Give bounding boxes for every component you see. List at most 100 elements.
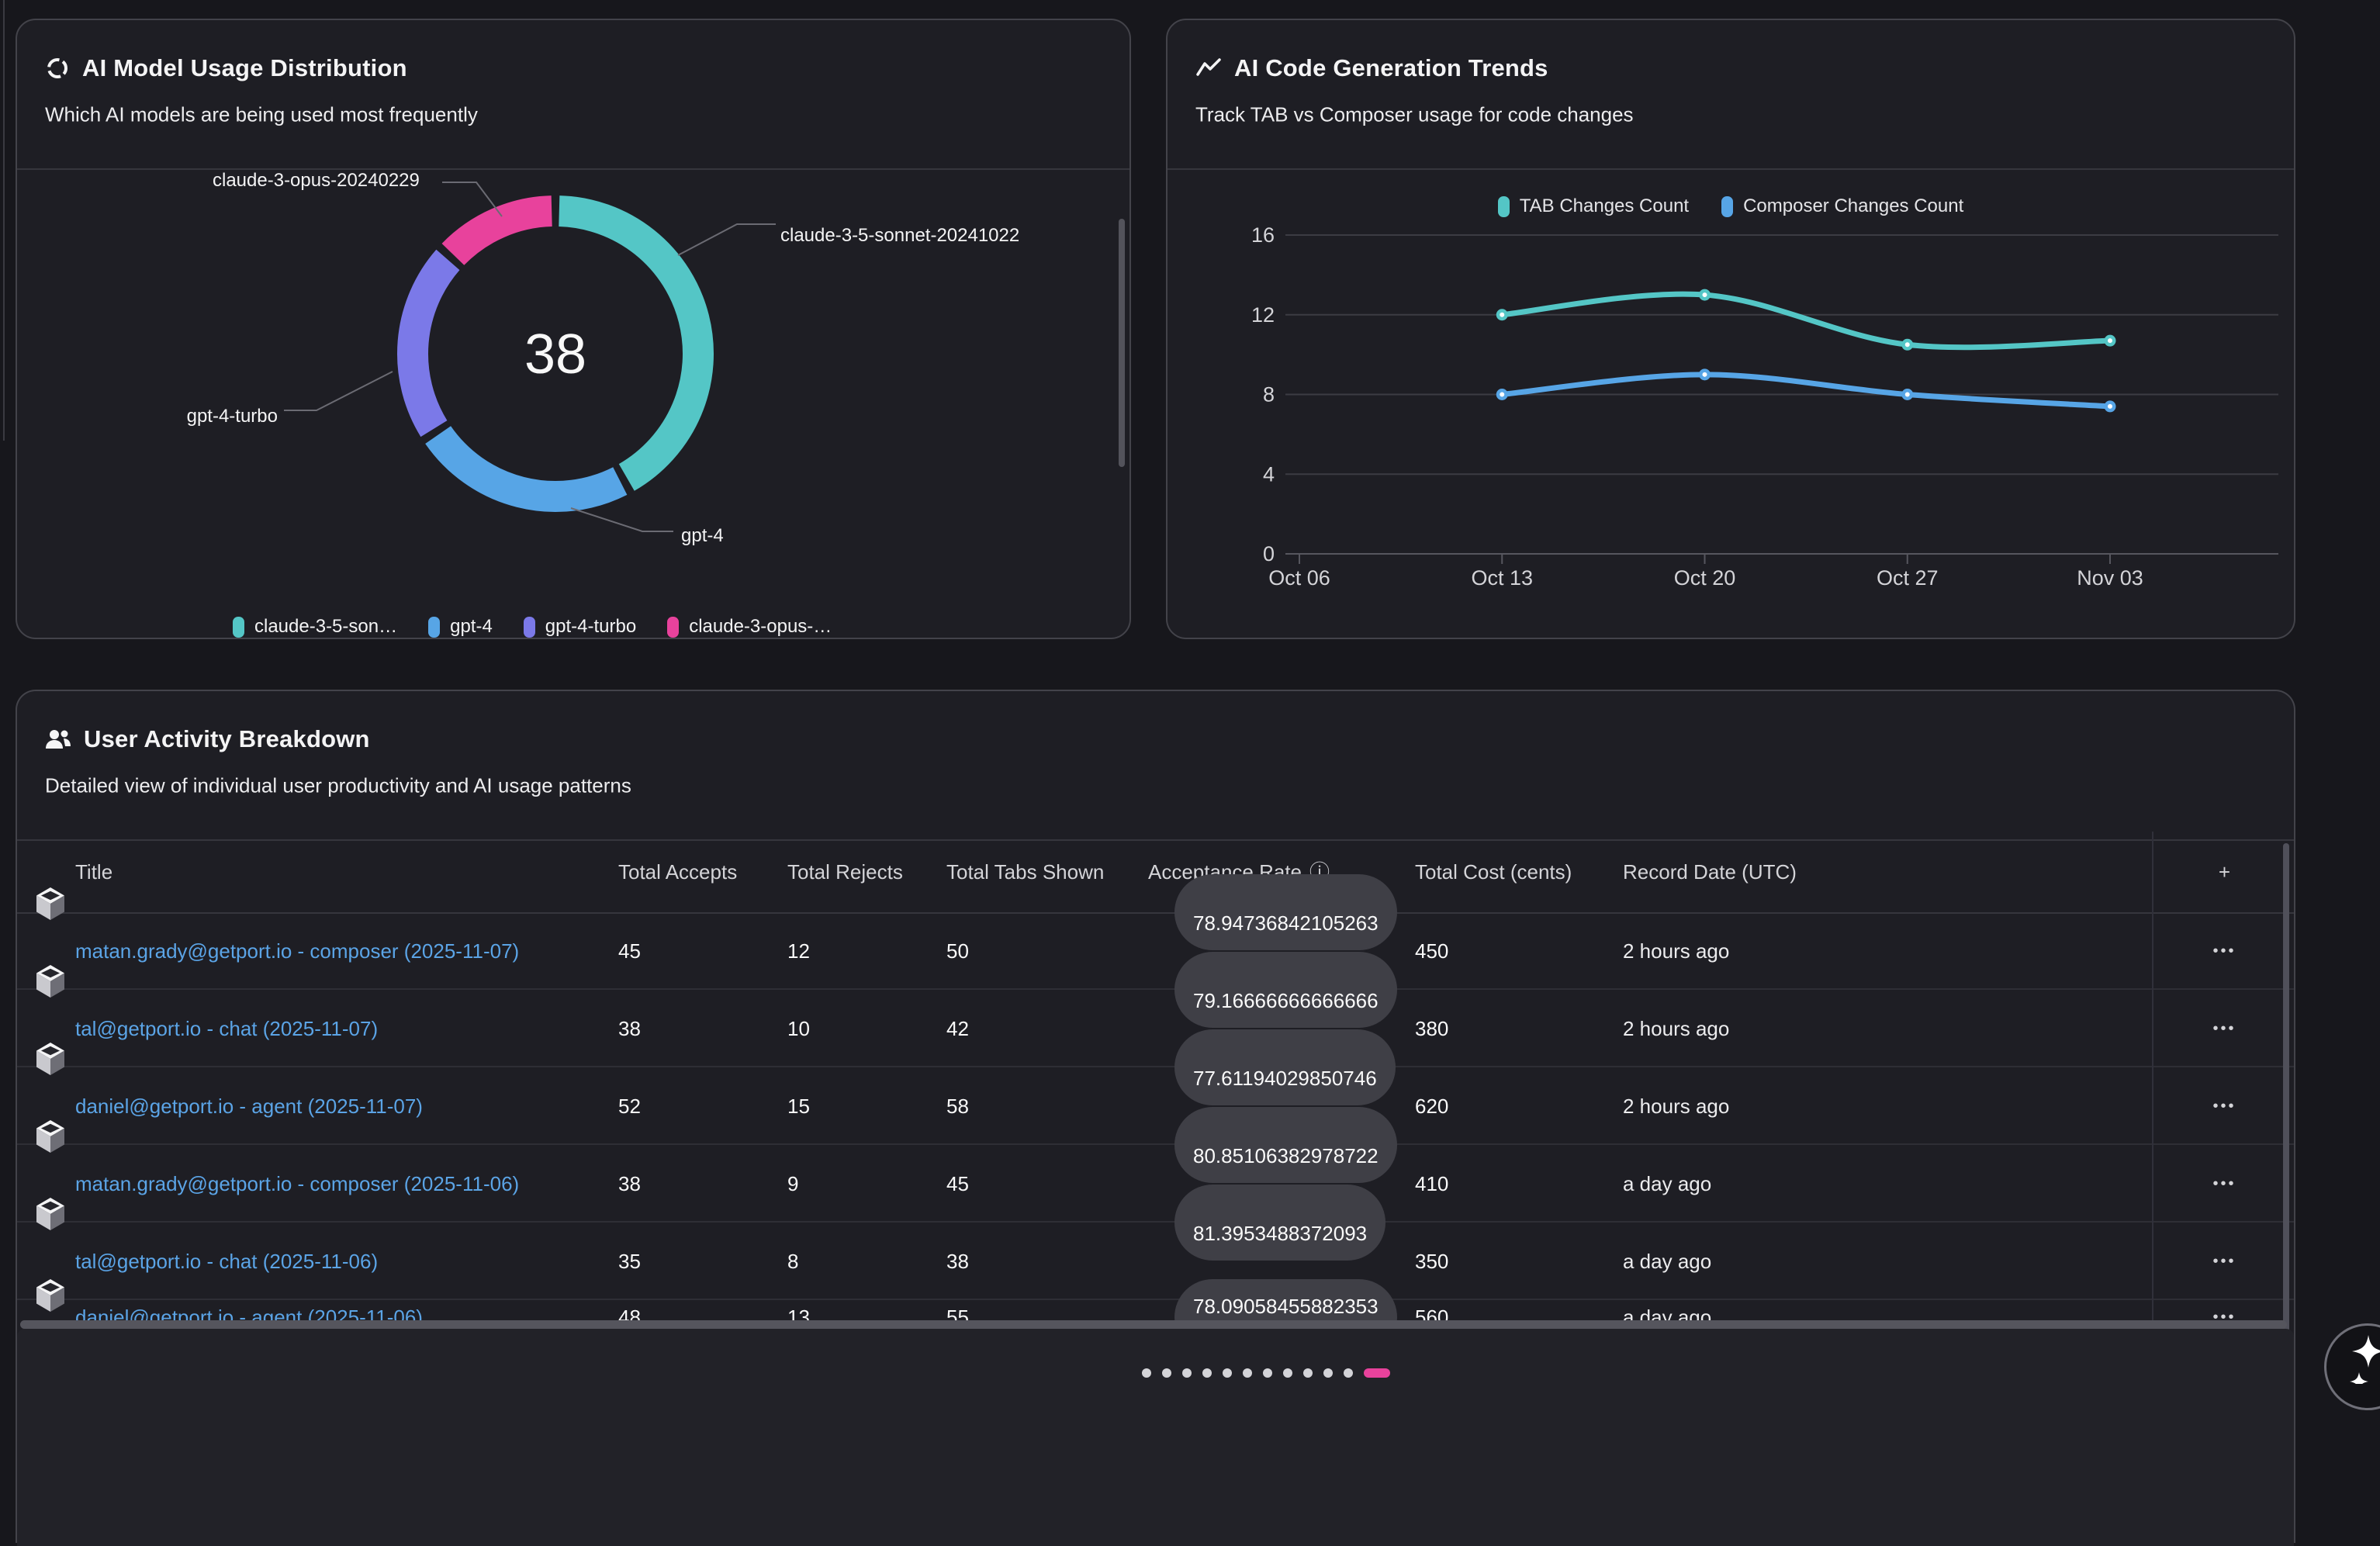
row-actions-button[interactable]: ••• bbox=[2152, 912, 2297, 988]
cell-total-accepts: 38 bbox=[618, 1145, 641, 1221]
table-row: tal@getport.io - chat (2025-11-07)381042… bbox=[17, 990, 2294, 1067]
data-point[interactable] bbox=[1699, 368, 1711, 380]
donut-label-claude-3-opus: claude-3-opus-20240229 bbox=[213, 170, 414, 192]
cell-total-accepts: 35 bbox=[618, 1223, 641, 1299]
data-point[interactable] bbox=[1901, 339, 1913, 351]
donut-segment-gpt-4[interactable] bbox=[438, 435, 621, 496]
data-point[interactable] bbox=[2105, 335, 2116, 347]
cell-record-date: 2 hours ago bbox=[1623, 1067, 1729, 1143]
model-usage-card: AI Model Usage Distribution Which AI mod… bbox=[16, 19, 1131, 639]
y-tick-4: 4 bbox=[1263, 462, 1275, 486]
cell-total-accepts: 52 bbox=[618, 1067, 641, 1143]
pagination-dot[interactable] bbox=[1344, 1368, 1353, 1378]
data-point[interactable] bbox=[1496, 389, 1508, 400]
table-row: matan.grady@getport.io - composer (2025-… bbox=[17, 1145, 2294, 1223]
cell-record-date: 2 hours ago bbox=[1623, 990, 1729, 1066]
sparkle-icon bbox=[2326, 1326, 2380, 1384]
cell-record-date: 2 hours ago bbox=[1623, 912, 1729, 988]
pagination-dot[interactable] bbox=[1142, 1368, 1151, 1378]
cell-total-tabs-shown: 45 bbox=[946, 1145, 969, 1221]
donut-legend-item-2: gpt-4-turbo bbox=[524, 616, 636, 638]
donut-legend: claude-3-5-son… gpt-4 gpt-4-turbo claude-3-… bbox=[233, 616, 832, 638]
data-point[interactable] bbox=[1901, 389, 1913, 400]
offscreen-card-edge bbox=[3, 0, 5, 441]
row-actions-button[interactable]: ••• bbox=[2152, 990, 2297, 1066]
line-composer-changes-count bbox=[1502, 375, 2110, 406]
donut-segment-gpt-4-turbo[interactable] bbox=[413, 260, 448, 429]
donut-legend-item-3-swatch bbox=[667, 617, 679, 638]
data-point[interactable] bbox=[1496, 309, 1508, 320]
cube-icon bbox=[36, 1279, 65, 1312]
x-tick-Oct-13: Oct 13 bbox=[1471, 566, 1533, 590]
cell-total-rejects: 15 bbox=[787, 1067, 810, 1143]
table-header-row: TitleTotal AcceptsTotal RejectsTotal Tab… bbox=[17, 832, 2294, 912]
donut-legend-item-1-label: gpt-4 bbox=[450, 616, 493, 638]
cube-icon bbox=[36, 887, 65, 920]
add-column-button[interactable]: + bbox=[2152, 832, 2297, 912]
donut-segment-claude-3-opus-20240229[interactable] bbox=[453, 211, 552, 254]
pagination-dot[interactable] bbox=[1223, 1368, 1232, 1378]
cell-total-tabs-shown: 42 bbox=[946, 990, 969, 1066]
pagination-dot[interactable] bbox=[1243, 1368, 1252, 1378]
row-title-link[interactable]: matan.grady@getport.io - composer (2025-… bbox=[75, 1145, 519, 1221]
cube-icon bbox=[36, 1043, 65, 1075]
cell-total-rejects: 12 bbox=[787, 912, 810, 988]
cell-total-cost: 410 bbox=[1415, 1145, 1448, 1221]
pagination-dot[interactable] bbox=[1283, 1368, 1292, 1378]
pagination-dot[interactable] bbox=[1263, 1368, 1272, 1378]
cell-total-tabs-shown: 50 bbox=[946, 912, 969, 988]
x-tick-Nov-03: Nov 03 bbox=[2077, 566, 2143, 590]
acceptance-rate-badge: 81.3953488372093 bbox=[1174, 1185, 1385, 1261]
code-trends-title-text: AI Code Generation Trends bbox=[1234, 54, 1548, 82]
row-actions-button[interactable]: ••• bbox=[2152, 1223, 2297, 1299]
donut-chart-icon bbox=[45, 56, 70, 81]
table-row: matan.grady@getport.io - composer (2025-… bbox=[17, 912, 2294, 990]
row-title-link[interactable]: tal@getport.io - chat (2025-11-07) bbox=[75, 990, 378, 1066]
code-trends-card: AI Code Generation Trends Track TAB vs C… bbox=[1166, 19, 2295, 639]
pagination-dot[interactable] bbox=[1182, 1368, 1192, 1378]
cube-icon bbox=[36, 1198, 65, 1230]
pagination-dot[interactable] bbox=[1162, 1368, 1171, 1378]
cell-total-tabs-shown: 58 bbox=[946, 1067, 969, 1143]
donut-legend-item-2-label: gpt-4-turbo bbox=[545, 616, 636, 638]
donut-legend-item-3-label: claude-3-opus-… bbox=[689, 616, 832, 638]
donut-legend-item-0: claude-3-5-son… bbox=[233, 616, 397, 638]
donut-center-value: 38 bbox=[478, 317, 633, 392]
data-point[interactable] bbox=[2105, 400, 2116, 412]
y-tick-0: 0 bbox=[1263, 542, 1275, 565]
row-actions-button[interactable]: ••• bbox=[2152, 1145, 2297, 1221]
pagination-dot[interactable] bbox=[1202, 1368, 1212, 1378]
acceptance-rate-badge: 80.85106382978722 bbox=[1174, 1107, 1397, 1183]
cell-total-cost: 380 bbox=[1415, 990, 1448, 1066]
user-activity-title: User Activity Breakdown bbox=[45, 725, 370, 753]
x-tick-Oct-27: Oct 27 bbox=[1877, 566, 1939, 590]
column-header-title: Title bbox=[75, 832, 112, 912]
divider bbox=[1168, 168, 2294, 170]
row-title-link[interactable]: daniel@getport.io - agent (2025-11-07) bbox=[75, 1067, 423, 1143]
cell-total-accepts: 45 bbox=[618, 912, 641, 988]
data-point[interactable] bbox=[1699, 289, 1711, 301]
line-chart-svg: 1612840Oct 06Oct 13Oct 20Oct 27Nov 03 bbox=[1168, 206, 2297, 610]
row-title-link[interactable]: tal@getport.io - chat (2025-11-06) bbox=[75, 1223, 378, 1299]
pagination-dot[interactable] bbox=[1323, 1368, 1333, 1378]
model-usage-title-text: AI Model Usage Distribution bbox=[82, 54, 407, 82]
table-horizontal-scrollbar[interactable] bbox=[20, 1320, 2287, 1329]
donut-card-scrollbar[interactable] bbox=[1119, 219, 1125, 467]
row-actions-button[interactable]: ••• bbox=[2152, 1067, 2297, 1143]
row-title-link[interactable]: matan.grady@getport.io - composer (2025-… bbox=[75, 912, 519, 988]
table-row: daniel@getport.io - agent (2025-11-07) 52… bbox=[17, 1067, 2294, 1145]
pagination-dot-active[interactable] bbox=[1364, 1368, 1390, 1378]
model-usage-subtitle: Which AI models are being used most freq… bbox=[45, 103, 478, 127]
pagination-dot[interactable] bbox=[1303, 1368, 1313, 1378]
acceptance-rate-badge: 77.61194029850746 bbox=[1174, 1029, 1396, 1105]
ai-assistant-button[interactable] bbox=[2324, 1323, 2380, 1410]
donut-label-claude-3-5-sonnet: claude-3-5-sonnet-20241022 bbox=[780, 225, 1019, 247]
column-header-date: Record Date (UTC) bbox=[1623, 832, 1797, 912]
pagination-dots bbox=[1142, 1368, 1390, 1378]
donut-chart: 38 claude-3-opus-20240229 claude-3-5-son… bbox=[17, 168, 1129, 595]
cell-total-tabs-shown: 38 bbox=[946, 1223, 969, 1299]
cube-icon bbox=[36, 1120, 65, 1153]
cell-total-accepts: 38 bbox=[618, 990, 641, 1066]
code-trends-title: AI Code Generation Trends bbox=[1195, 54, 1548, 82]
x-tick-Oct-20: Oct 20 bbox=[1674, 566, 1736, 590]
